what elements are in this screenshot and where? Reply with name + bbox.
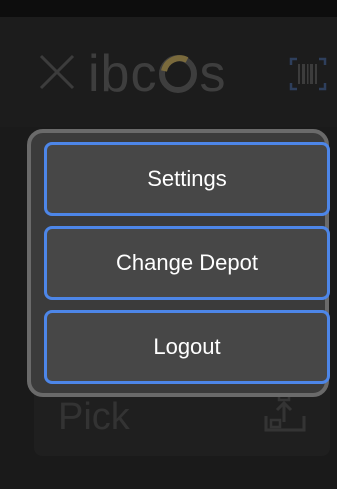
logo-text-start: ibc [88,45,158,103]
settings-button[interactable]: Settings [44,142,330,216]
pick-card-label: Pick [58,396,130,438]
logout-button[interactable]: Logout [44,310,330,384]
options-menu: Settings Change Depot Logout [27,129,330,397]
change-depot-button[interactable]: Change Depot [44,226,330,300]
status-bar [0,0,337,17]
app-screen: ibc s Pick Settings Change Depot Logout [0,0,337,489]
logo-ring-icon [159,55,198,93]
barcode-scanner-icon[interactable] [287,55,329,93]
app-header: ibc s [0,17,337,127]
close-x-icon[interactable] [38,53,76,91]
logo-text-end: s [199,45,227,103]
app-logo: ibc s [88,44,226,104]
